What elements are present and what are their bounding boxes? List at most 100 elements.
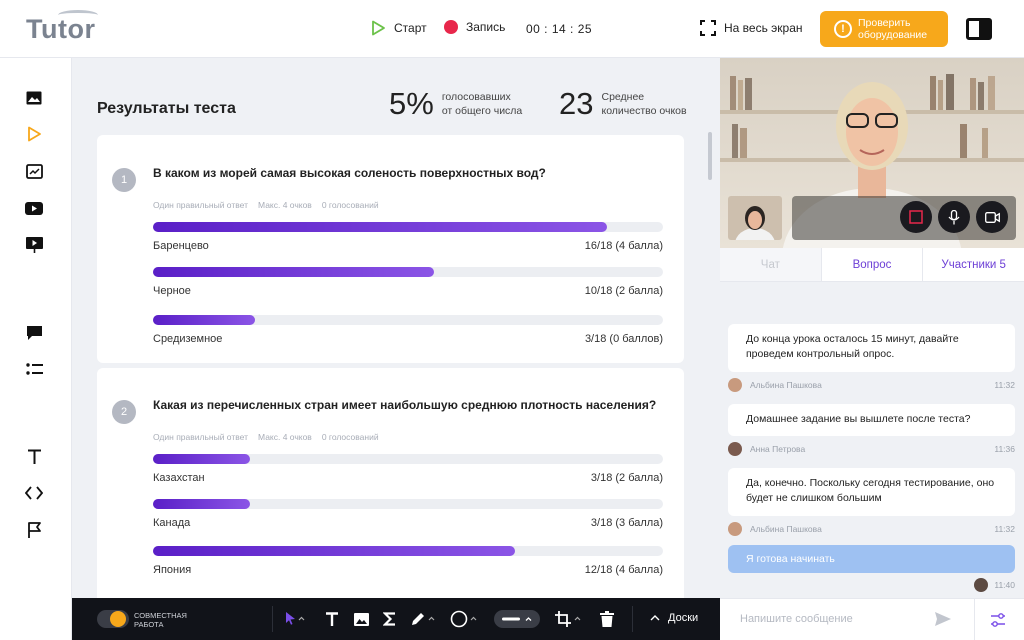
- crop-icon[interactable]: [555, 610, 583, 628]
- chat-input-row: Напишите сообщение: [720, 598, 1024, 640]
- result-bar: [153, 315, 663, 325]
- message-time: 11:32: [994, 380, 1015, 390]
- average-score-value: 23: [559, 86, 594, 121]
- result-bar: [153, 454, 663, 464]
- circle-icon[interactable]: [450, 610, 480, 628]
- image-icon[interactable]: [24, 88, 44, 108]
- message-time: 11:36: [994, 444, 1015, 454]
- result-bar-fill: [153, 315, 255, 325]
- results-scrollbar[interactable]: [708, 132, 712, 180]
- chat-messages: До конца урока осталось 15 минут, давайт…: [720, 282, 1024, 598]
- max-score: Макс. 4 очков: [258, 432, 312, 442]
- alert-icon: !: [834, 20, 852, 38]
- fullscreen-button[interactable]: На весь экран: [700, 20, 803, 36]
- chart-icon[interactable]: [24, 161, 44, 181]
- average-score-caption: Среднее количество очков: [601, 90, 686, 118]
- option-label: Канада: [153, 517, 191, 529]
- line-icon[interactable]: [494, 610, 540, 628]
- settings-sliders-icon[interactable]: [990, 612, 1006, 633]
- average-caption-line1: Среднее: [601, 91, 645, 103]
- option-label: Средиземное: [153, 333, 223, 345]
- chat-input[interactable]: Напишите сообщение: [740, 613, 853, 625]
- list-icon[interactable]: [24, 359, 44, 379]
- answer-option: Черное 10/18 (2 балла): [153, 267, 663, 297]
- option-label: Япония: [153, 564, 192, 576]
- tab-chat[interactable]: Чат: [720, 248, 821, 281]
- result-bar: [153, 222, 663, 232]
- camera-button[interactable]: [976, 201, 1008, 233]
- play-icon[interactable]: [24, 124, 44, 144]
- image-tool-icon[interactable]: [354, 610, 369, 628]
- vote-count: 0 голосований: [321, 200, 379, 210]
- message-meta: Анна Петрова 11:36: [728, 442, 1015, 456]
- collab-label-line1: Совместная: [134, 611, 187, 620]
- participant-thumbnail[interactable]: [728, 196, 782, 240]
- presentation-icon[interactable]: [24, 235, 44, 255]
- vote-count: 0 голосований: [321, 432, 379, 442]
- pen-icon[interactable]: [410, 610, 436, 628]
- camera-icon: [984, 211, 1000, 223]
- average-caption-line2: количество очков: [601, 105, 687, 117]
- result-bar-fill: [153, 222, 607, 232]
- result-bar: [153, 267, 663, 277]
- cursor-icon[interactable]: [284, 610, 306, 628]
- answer-type: Один правильный ответ: [153, 432, 249, 442]
- stop-video-button[interactable]: [900, 201, 932, 233]
- record-button[interactable]: Запись: [444, 20, 505, 34]
- text-tool-icon[interactable]: [325, 610, 339, 628]
- option-result: 16/18 (4 балла): [584, 240, 663, 252]
- check-equipment-label: Проверить оборудование: [858, 17, 927, 41]
- option-label: Казахстан: [153, 472, 205, 484]
- code-icon[interactable]: [24, 483, 44, 503]
- flag-icon[interactable]: [24, 520, 44, 540]
- fullscreen-icon: [700, 20, 716, 36]
- video-icon[interactable]: [24, 198, 44, 218]
- option-label: Черное: [153, 285, 191, 297]
- collab-toggle[interactable]: [97, 610, 129, 628]
- question-text: В каком из морей самая высокая соленость…: [153, 166, 546, 180]
- send-icon[interactable]: [934, 611, 952, 632]
- message-meta: Альбина Пашкова 11:32: [728, 522, 1015, 536]
- tab-question[interactable]: Вопрос: [820, 248, 923, 281]
- result-bar: [153, 499, 663, 509]
- result-bar-fill: [153, 454, 250, 464]
- option-result: 12/18 (4 балла): [584, 564, 663, 576]
- option-result: 3/18 (3 балла): [590, 517, 663, 529]
- question-meta: Один правильный ответ Макс. 4 очков 0 го…: [153, 200, 379, 210]
- page-title: Результаты теста: [97, 100, 236, 117]
- average-score-stat: 23 Среднее количество очков: [559, 86, 687, 122]
- tab-participants[interactable]: Участники 5: [922, 248, 1024, 281]
- layout-toggle-icon[interactable]: [966, 18, 992, 40]
- option-result: 3/18 (2 балла): [590, 472, 663, 484]
- option-result: 3/18 (0 баллов): [584, 333, 663, 345]
- chat-message: Да, конечно. Поскольку сегодня тестирова…: [728, 468, 1015, 516]
- question-card: 2 Какая из перечисленных стран имеет наи…: [97, 368, 684, 598]
- message-meta: Альбина Пашкова 11:32: [728, 378, 1015, 392]
- text-icon[interactable]: [24, 447, 44, 467]
- answer-option: Канада 3/18 (3 балла): [153, 499, 663, 529]
- message-time: 11:40: [994, 580, 1015, 590]
- collab-label-line2: работа: [134, 620, 164, 629]
- toolbar-divider: [272, 606, 273, 632]
- voters-percent: 5%: [389, 86, 434, 121]
- right-panel: Чат Вопрос Участники 5 До конца урока ос…: [720, 58, 1024, 640]
- max-score: Макс. 4 очков: [258, 200, 312, 210]
- start-button[interactable]: Старт: [370, 20, 427, 36]
- voters-stat: 5% голосовавших от общего числа: [389, 86, 522, 122]
- play-icon: [372, 20, 385, 36]
- chat-message: До конца урока осталось 15 минут, давайт…: [728, 324, 1015, 372]
- microphone-button[interactable]: [938, 201, 970, 233]
- check-equipment-button[interactable]: ! Проверить оборудование: [820, 11, 948, 47]
- drawing-toolbar: Совместная работа Доски: [72, 598, 720, 640]
- comment-icon[interactable]: [24, 323, 44, 343]
- trash-icon[interactable]: [600, 610, 614, 628]
- message-author: Альбина Пашкова: [750, 524, 822, 534]
- answer-type: Один правильный ответ: [153, 200, 249, 210]
- option-label: Баренцево: [153, 240, 209, 252]
- record-icon: [444, 20, 458, 34]
- boards-button[interactable]: Доски: [650, 612, 698, 624]
- test-results-panel: Результаты теста 5% голосовавших от обще…: [72, 58, 720, 598]
- sigma-icon[interactable]: [383, 610, 397, 628]
- collab-label: Совместная работа: [134, 611, 187, 629]
- result-bar-fill: [153, 499, 250, 509]
